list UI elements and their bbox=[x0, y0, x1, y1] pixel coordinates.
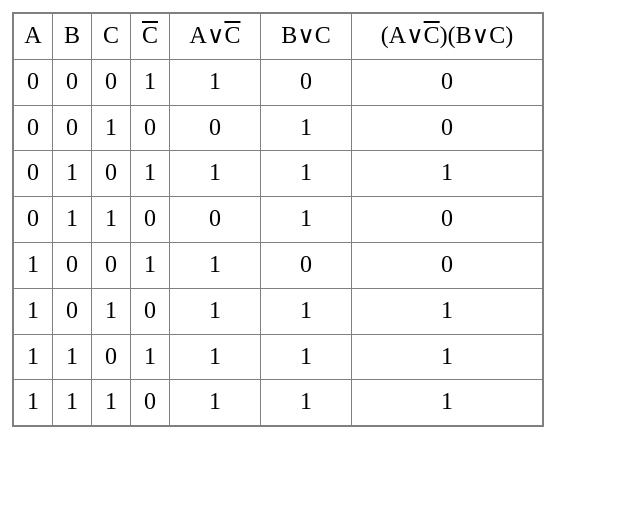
cell-combined: 0 bbox=[352, 105, 544, 151]
header-row: A B C C A∨C B∨C (A∨C)(B∨C) bbox=[13, 13, 543, 59]
cell-C: 0 bbox=[92, 59, 131, 105]
cell-notC: 0 bbox=[131, 288, 170, 334]
cell-A: 0 bbox=[13, 105, 53, 151]
header-combined-right: )(B∨C) bbox=[440, 23, 514, 49]
cell-A: 1 bbox=[13, 380, 53, 426]
cell-AorNotC: 1 bbox=[170, 242, 261, 288]
truth-table: A B C C A∨C B∨C (A∨C)(B∨C) 0 0 0 1 1 0 0… bbox=[12, 12, 544, 427]
cell-B: 0 bbox=[53, 59, 92, 105]
cell-combined: 0 bbox=[352, 59, 544, 105]
cell-BorC: 1 bbox=[261, 197, 352, 243]
table-row: 0 0 1 0 0 1 0 bbox=[13, 105, 543, 151]
cell-AorNotC: 1 bbox=[170, 334, 261, 380]
cell-BorC: 0 bbox=[261, 59, 352, 105]
table-row: 1 0 1 0 1 1 1 bbox=[13, 288, 543, 334]
cell-notC: 1 bbox=[131, 334, 170, 380]
cell-A: 0 bbox=[13, 197, 53, 243]
cell-A: 1 bbox=[13, 242, 53, 288]
cell-notC: 0 bbox=[131, 197, 170, 243]
cell-combined: 1 bbox=[352, 380, 544, 426]
table-row: 0 1 1 0 0 1 0 bbox=[13, 197, 543, 243]
header-B: B bbox=[53, 13, 92, 59]
table-row: 0 1 0 1 1 1 1 bbox=[13, 151, 543, 197]
cell-AorNotC: 1 bbox=[170, 380, 261, 426]
cell-combined: 0 bbox=[352, 242, 544, 288]
cell-C: 1 bbox=[92, 197, 131, 243]
cell-combined: 1 bbox=[352, 151, 544, 197]
overline-C: C bbox=[142, 23, 158, 49]
cell-A: 0 bbox=[13, 59, 53, 105]
table-row: 1 1 0 1 1 1 1 bbox=[13, 334, 543, 380]
table-row: 1 1 1 0 1 1 1 bbox=[13, 380, 543, 426]
cell-BorC: 1 bbox=[261, 105, 352, 151]
table-body: 0 0 0 1 1 0 0 0 0 1 0 0 1 0 0 1 0 1 1 1 … bbox=[13, 59, 543, 426]
cell-C: 0 bbox=[92, 151, 131, 197]
header-B-or-C: B∨C bbox=[261, 13, 352, 59]
cell-notC: 0 bbox=[131, 380, 170, 426]
cell-BorC: 1 bbox=[261, 334, 352, 380]
cell-AorNotC: 1 bbox=[170, 59, 261, 105]
cell-combined: 1 bbox=[352, 288, 544, 334]
cell-notC: 1 bbox=[131, 59, 170, 105]
cell-AorNotC: 0 bbox=[170, 197, 261, 243]
cell-C: 1 bbox=[92, 288, 131, 334]
cell-AorNotC: 0 bbox=[170, 105, 261, 151]
header-combined-left: (A∨ bbox=[381, 23, 424, 49]
cell-A: 1 bbox=[13, 334, 53, 380]
header-notC: C bbox=[131, 13, 170, 59]
cell-BorC: 0 bbox=[261, 242, 352, 288]
table-row: 0 0 0 1 1 0 0 bbox=[13, 59, 543, 105]
cell-AorNotC: 1 bbox=[170, 151, 261, 197]
header-C: C bbox=[92, 13, 131, 59]
header-A-or-notC-left: A∨ bbox=[190, 23, 225, 49]
header-combined: (A∨C)(B∨C) bbox=[352, 13, 544, 59]
cell-B: 1 bbox=[53, 151, 92, 197]
cell-B: 0 bbox=[53, 288, 92, 334]
cell-BorC: 1 bbox=[261, 151, 352, 197]
cell-notC: 1 bbox=[131, 151, 170, 197]
cell-B: 1 bbox=[53, 197, 92, 243]
cell-AorNotC: 1 bbox=[170, 288, 261, 334]
cell-B: 1 bbox=[53, 334, 92, 380]
cell-BorC: 1 bbox=[261, 380, 352, 426]
cell-C: 1 bbox=[92, 380, 131, 426]
header-A-or-notC-overline: C bbox=[224, 23, 240, 49]
cell-notC: 0 bbox=[131, 105, 170, 151]
cell-A: 0 bbox=[13, 151, 53, 197]
cell-combined: 0 bbox=[352, 197, 544, 243]
cell-C: 0 bbox=[92, 242, 131, 288]
cell-A: 1 bbox=[13, 288, 53, 334]
header-A: A bbox=[13, 13, 53, 59]
table-row: 1 0 0 1 1 0 0 bbox=[13, 242, 543, 288]
cell-BorC: 1 bbox=[261, 288, 352, 334]
cell-notC: 1 bbox=[131, 242, 170, 288]
header-A-or-notC: A∨C bbox=[170, 13, 261, 59]
cell-B: 0 bbox=[53, 242, 92, 288]
cell-B: 1 bbox=[53, 380, 92, 426]
cell-B: 0 bbox=[53, 105, 92, 151]
cell-C: 1 bbox=[92, 105, 131, 151]
cell-combined: 1 bbox=[352, 334, 544, 380]
header-combined-overline: C bbox=[424, 23, 440, 49]
cell-C: 0 bbox=[92, 334, 131, 380]
